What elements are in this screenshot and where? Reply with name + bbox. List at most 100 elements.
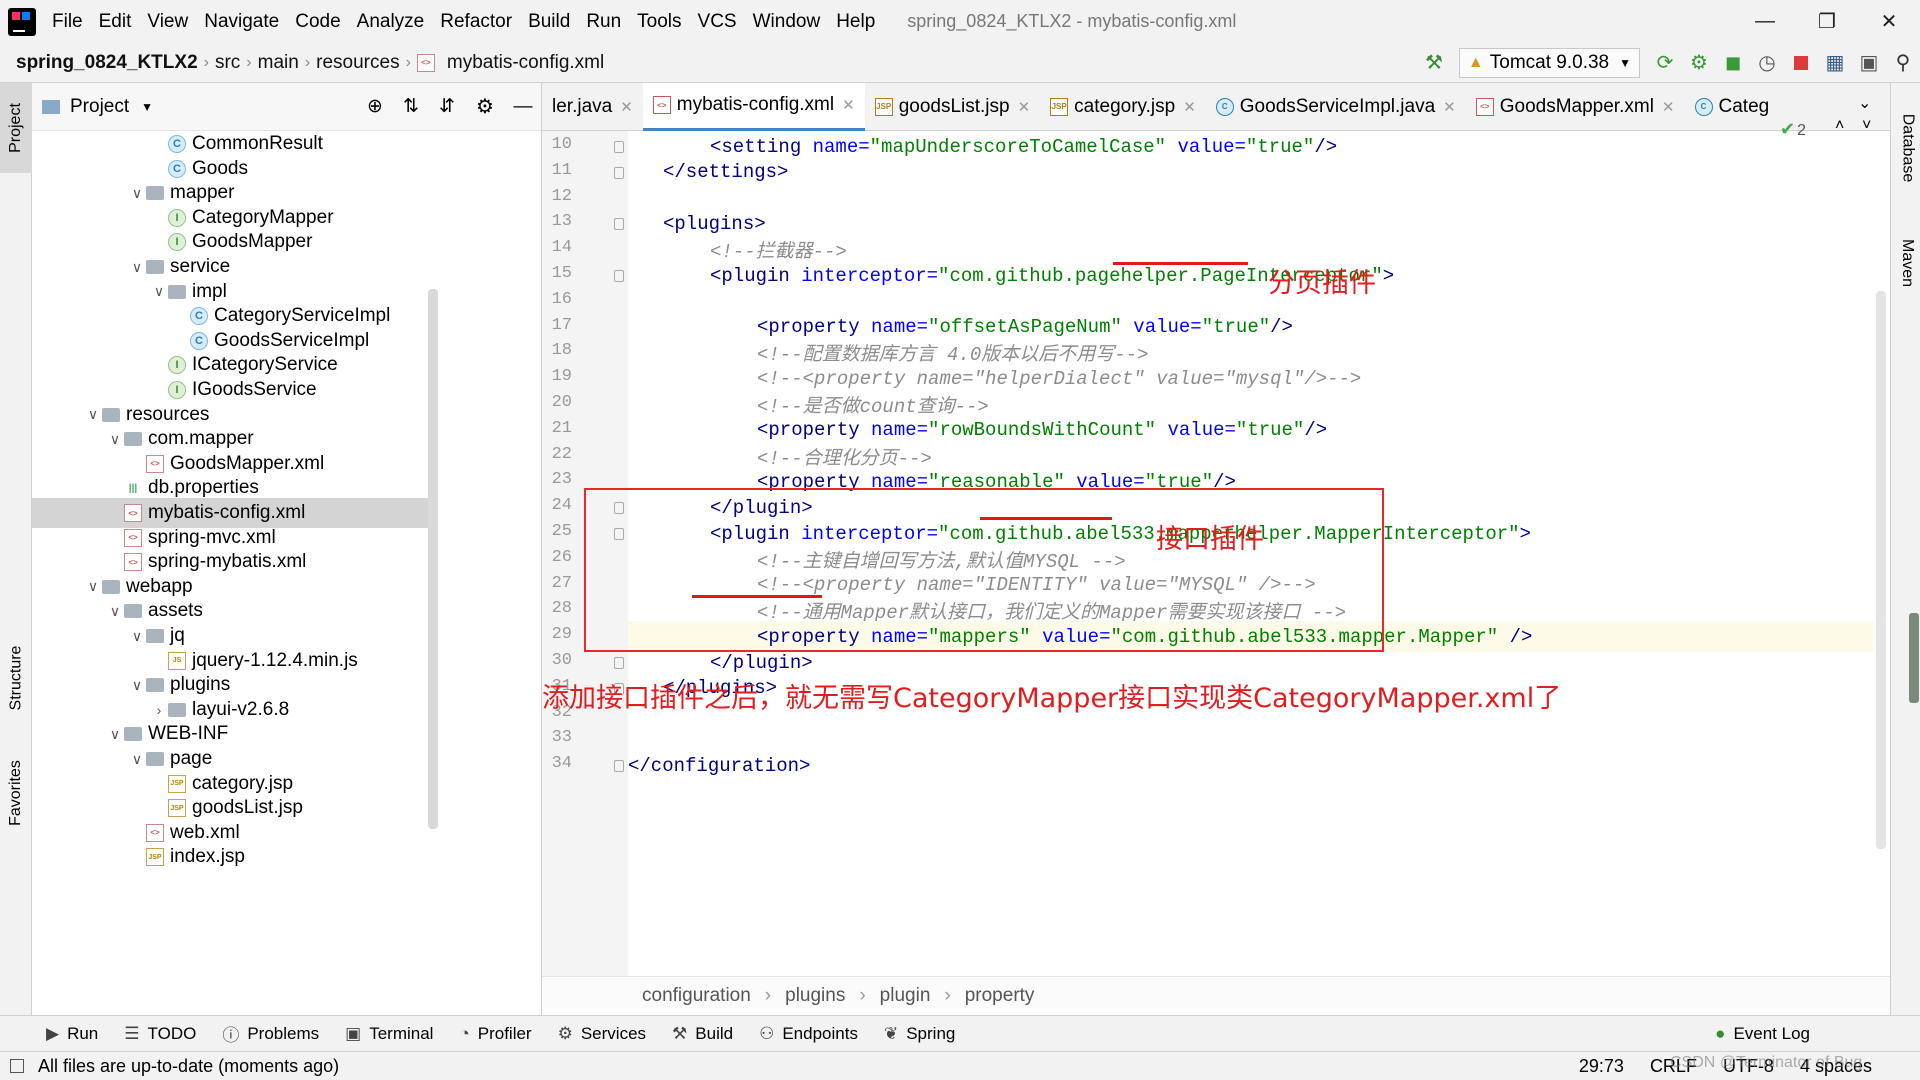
close-tab-icon[interactable]: ✕ (1443, 98, 1456, 116)
menu-item-run[interactable]: Run (578, 11, 629, 33)
tool-window-build[interactable]: ⚒ Build (672, 1024, 733, 1044)
code-editor[interactable]: <setting name= "mapUnderscoreToCamelCase"… (542, 117, 1886, 976)
fold-marker-icon[interactable] (614, 166, 624, 179)
coverage-icon[interactable]: ◼ (1716, 46, 1750, 80)
editor-tab[interactable]: JSP category.jsp ✕ (1040, 83, 1206, 131)
restore-button[interactable]: ❐ (1796, 9, 1858, 34)
search-icon[interactable]: ⚲ (1886, 46, 1920, 80)
status-square-icon[interactable] (10, 1059, 24, 1073)
prev-highlight-icon[interactable]: ˄ (1835, 117, 1844, 135)
expand-arrow-icon[interactable]: ∨ (150, 283, 168, 300)
close-tab-icon[interactable]: ✕ (1018, 98, 1031, 116)
tool-window-run[interactable]: ▶ Run (46, 1024, 98, 1044)
editor-breadcrumb-item[interactable]: plugin (880, 985, 931, 1007)
expand-arrow-icon[interactable]: › (150, 702, 168, 718)
expand-arrow-icon[interactable]: ∨ (84, 578, 102, 595)
tree-scrollbar[interactable] (428, 289, 438, 829)
project-panel-title[interactable]: Project (70, 96, 129, 118)
gear-icon[interactable]: ⚙ (465, 94, 505, 119)
menu-item-vcs[interactable]: VCS (690, 11, 745, 33)
tool-window-endpoints[interactable]: ⚇ Endpoints (759, 1024, 858, 1044)
close-window-button[interactable]: ✕ (1858, 9, 1920, 34)
tool-window-problems[interactable]: ⓘ Problems (222, 1021, 319, 1046)
expand-arrow-icon[interactable]: ∨ (128, 628, 146, 645)
breadcrumb-item[interactable]: resources (310, 52, 405, 74)
next-highlight-icon[interactable]: ˅ (1862, 117, 1871, 135)
caret-position[interactable]: 29:73 (1579, 1056, 1624, 1077)
editor-tab[interactable]: <> mybatis-config.xml ✕ (642, 82, 865, 131)
editor-tab[interactable]: C Categ (1685, 83, 1780, 131)
close-tab-icon[interactable]: ✕ (842, 96, 855, 114)
expand-arrow-icon[interactable]: ∨ (106, 431, 124, 448)
expand-arrow-icon[interactable]: ∨ (128, 751, 146, 768)
editor-tab[interactable]: <> GoodsMapper.xml ✕ (1466, 83, 1685, 131)
hide-panel-icon[interactable]: — (505, 96, 541, 118)
tool-window-terminal[interactable]: ▣ Terminal (345, 1024, 433, 1044)
editor-tab[interactable]: C GoodsServiceImpl.java ✕ (1206, 83, 1466, 131)
expand-arrow-icon[interactable]: ∨ (128, 259, 146, 276)
menu-item-file[interactable]: File (44, 11, 91, 33)
menu-item-build[interactable]: Build (520, 11, 578, 33)
close-tab-icon[interactable]: ✕ (1662, 98, 1675, 116)
breadcrumb-item[interactable]: src (209, 52, 246, 74)
stop-icon[interactable] (1784, 46, 1818, 80)
inspection-check-icon[interactable]: ✔ 2 (1780, 119, 1806, 140)
editor-scrollbar[interactable] (1876, 291, 1886, 849)
menu-item-refactor[interactable]: Refactor (432, 11, 520, 33)
collapse-all-icon[interactable]: ⇵ (429, 95, 465, 118)
breadcrumb-item[interactable]: mybatis-config.xml (441, 52, 610, 74)
project-structure-icon[interactable]: ▦ (1818, 46, 1852, 80)
fold-marker-icon[interactable] (614, 270, 624, 282)
menu-item-code[interactable]: Code (287, 11, 348, 33)
run-config-selector[interactable]: ▲ Tomcat 9.0.38 ▼ (1458, 47, 1640, 78)
menu-item-analyze[interactable]: Analyze (349, 11, 433, 33)
fold-marker-icon[interactable] (614, 141, 624, 153)
locate-icon[interactable]: ⊕ (357, 95, 393, 118)
expand-arrow-icon[interactable]: ∨ (128, 677, 146, 694)
fold-marker-icon[interactable] (614, 760, 624, 773)
favorites-tool-tab[interactable]: Favorites (0, 743, 32, 843)
tool-window-todo[interactable]: ☰ TODO (124, 1024, 196, 1044)
fold-marker-icon[interactable] (614, 218, 624, 231)
build-hammer-icon[interactable]: ⚒ (1417, 46, 1451, 80)
tool-window-profiler[interactable]: ◔ Profiler (459, 1024, 531, 1044)
expand-arrow-icon[interactable]: ∨ (84, 406, 102, 423)
editor-tab[interactable]: JSP goodsList.jsp ✕ (865, 83, 1040, 131)
expand-all-icon[interactable]: ⇅ (393, 95, 429, 118)
chevron-down-icon[interactable]: ▼ (141, 100, 153, 114)
layout-icon[interactable]: ▣ (1852, 46, 1886, 80)
profile-icon[interactable]: ◷ (1750, 46, 1784, 80)
breadcrumb-item[interactable]: spring_0824_KTLX2 (10, 52, 204, 74)
project-tool-tab[interactable]: Project (0, 83, 32, 173)
close-tab-icon[interactable]: ✕ (1183, 98, 1196, 116)
fold-marker-icon[interactable] (614, 657, 624, 669)
rerun-icon[interactable]: ⟳ (1648, 46, 1682, 80)
event-log-button[interactable]: ● Event Log (1715, 1024, 1810, 1044)
menu-item-tools[interactable]: Tools (629, 11, 689, 33)
editor-tab[interactable]: ler.java ✕ (542, 83, 643, 131)
database-tool-tab[interactable]: Database (1891, 93, 1920, 203)
minimize-button[interactable]: — (1734, 10, 1796, 33)
editor-breadcrumb-item[interactable]: property (965, 985, 1035, 1007)
menu-item-edit[interactable]: Edit (91, 11, 140, 33)
menu-item-navigate[interactable]: Navigate (196, 11, 287, 33)
debug-icon[interactable]: ⚙ (1682, 46, 1716, 80)
folder-icon (124, 604, 142, 619)
breadcrumb-item[interactable]: main (252, 52, 305, 74)
editor-breadcrumb-item[interactable]: plugins (785, 985, 845, 1007)
expand-arrow-icon[interactable]: ∨ (106, 603, 124, 620)
editor-breadcrumb-item[interactable]: configuration (642, 985, 751, 1007)
close-tab-icon[interactable]: ✕ (620, 98, 633, 116)
tree-item[interactable]: JSP index.jsp (32, 842, 436, 872)
expand-arrow-icon[interactable]: ∨ (106, 726, 124, 743)
menu-item-help[interactable]: Help (828, 11, 883, 33)
menu-item-view[interactable]: View (139, 11, 196, 33)
status-message[interactable]: All files are up-to-date (moments ago) (38, 1056, 339, 1077)
tool-window-services[interactable]: ⚙ Services (558, 1024, 646, 1044)
expand-arrow-icon[interactable]: ∨ (128, 185, 146, 202)
tab-list-chevron-icon[interactable]: ⌄ (1858, 93, 1871, 113)
structure-tool-tab[interactable]: Structure (0, 623, 32, 733)
menu-item-window[interactable]: Window (745, 11, 829, 33)
maven-tool-tab[interactable]: Maven (1891, 223, 1920, 303)
tool-window-spring[interactable]: ❦ Spring (884, 1024, 955, 1044)
